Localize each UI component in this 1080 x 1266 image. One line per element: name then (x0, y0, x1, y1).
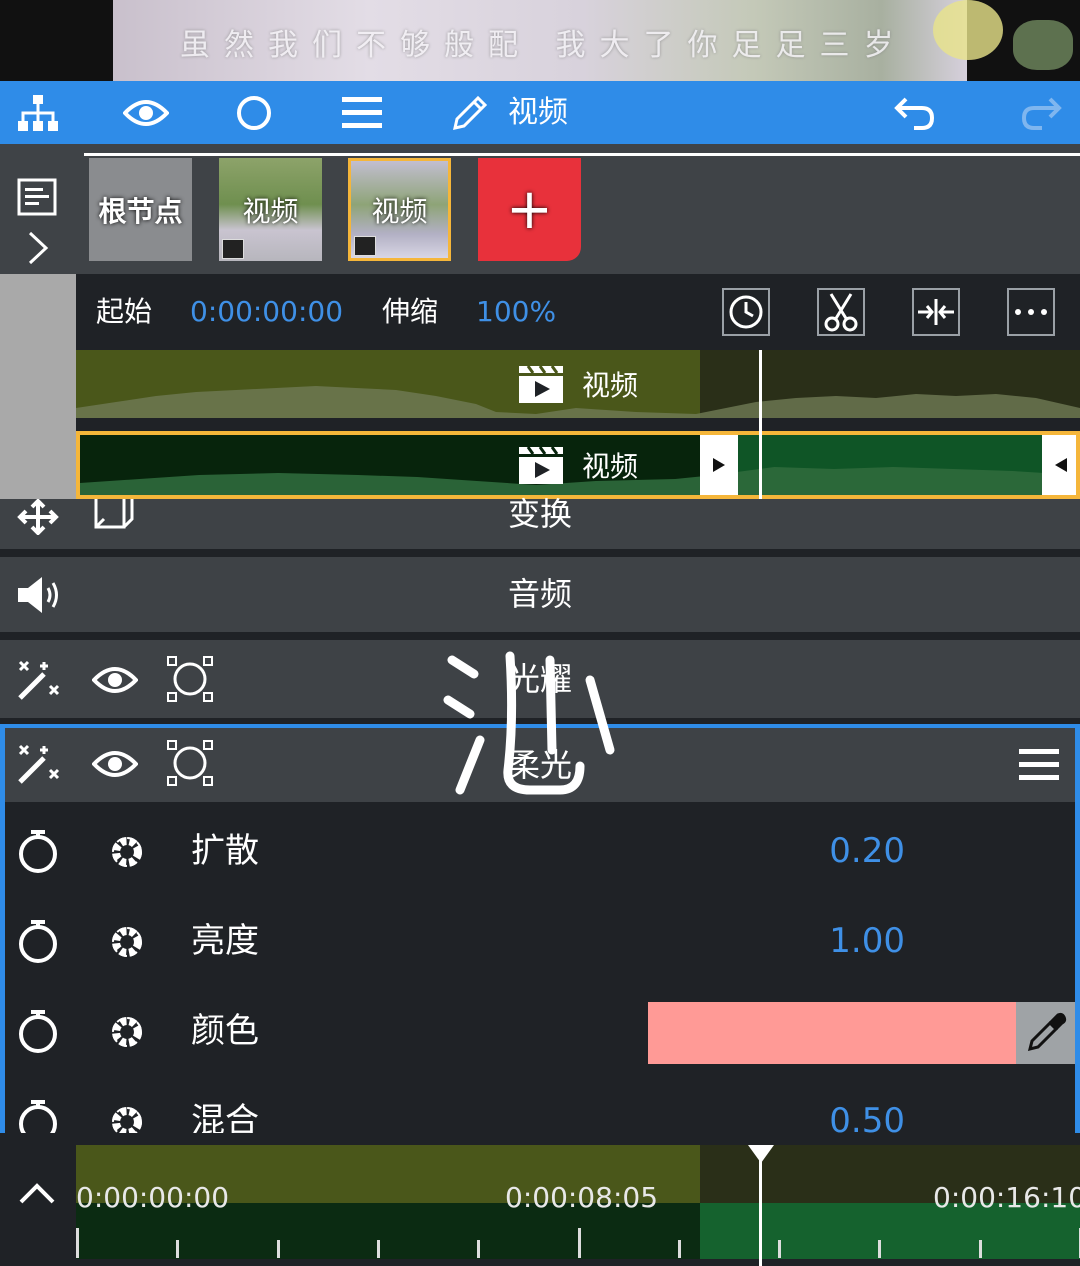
bottom-timeline[interactable]: 0:00:00:00 0:00:08:05 0:00:16:10 (0, 1133, 1080, 1266)
ruler-tick (778, 1240, 782, 1258)
ruler-tick (76, 1228, 79, 1258)
track-side-panel (0, 274, 76, 499)
node-video-2-label: 视频 (371, 194, 428, 228)
node-tree-icon[interactable] (14, 81, 62, 144)
color-swatch[interactable] (648, 1002, 1016, 1064)
add-node-button[interactable]: + (478, 158, 581, 261)
preview-caption: 虽然我们不够般配 我大了你足足三岁 (180, 28, 908, 63)
audio-track-1[interactable]: 视频 (76, 350, 1080, 418)
param-label: 亮度 (191, 921, 259, 961)
split-icon (918, 299, 954, 325)
ruler-tick (878, 1240, 882, 1258)
cut-button[interactable] (817, 288, 865, 336)
clock-button[interactable] (722, 288, 770, 336)
timecode-mid: 0:00:08:05 (505, 1181, 659, 1214)
redo-icon[interactable] (1020, 81, 1062, 144)
eye-icon[interactable] (122, 81, 170, 144)
glow-panel[interactable]: 光耀 (0, 640, 1080, 718)
clip-properties: 起始 0:00:00:00 伸缩 100% (76, 274, 1080, 350)
timeline-playhead[interactable] (759, 1157, 762, 1266)
circle-icon[interactable] (234, 81, 274, 144)
top-toolbar: 视频 (0, 81, 1080, 144)
gear-icon[interactable] (105, 1010, 149, 1058)
menu-icon[interactable] (340, 81, 384, 144)
pencil-icon[interactable] (450, 81, 490, 144)
more-dots-icon (1015, 309, 1047, 315)
chevron-right-icon[interactable] (26, 230, 50, 270)
start-value[interactable]: 0:00:00:00 (190, 274, 343, 350)
stretch-label: 伸缩 (382, 295, 439, 328)
node-video-1[interactable]: 视频 (219, 158, 322, 261)
ruler-tick (477, 1240, 481, 1258)
chevron-up-icon[interactable] (18, 1181, 56, 1209)
gear-icon[interactable] (105, 830, 149, 878)
audio-title: 音频 (507, 575, 572, 613)
transform-panel[interactable]: 变换 (0, 495, 1080, 549)
node-strip-line (84, 153, 1080, 156)
toolbar-title: 视频 (508, 95, 568, 130)
clapperboard-icon (519, 446, 563, 484)
scissors-icon (824, 293, 858, 332)
play-right-icon (713, 458, 725, 472)
eyedropper-button[interactable] (1016, 1002, 1075, 1064)
play-left-icon (1055, 458, 1067, 472)
param-value[interactable]: 1.00 (829, 896, 905, 986)
param-brightness[interactable]: 亮度 1.00 (5, 896, 1075, 986)
menu-icon[interactable] (1019, 748, 1059, 786)
film-icon (354, 236, 376, 256)
param-label: 颜色 (191, 1011, 259, 1051)
param-color[interactable]: 颜色 (5, 986, 1075, 1076)
eyedropper-icon (1027, 1012, 1066, 1052)
node-video-1-label: 视频 (242, 194, 299, 228)
stopwatch-icon[interactable] (17, 918, 59, 968)
softlight-panel: 柔光 扩散 0.20 亮度 1.00 颜色 混合 0.50 (0, 724, 1080, 1144)
track-1-label: 视频 (518, 350, 638, 418)
playhead[interactable] (759, 350, 762, 499)
film-icon (222, 239, 244, 259)
node-root[interactable]: 根节点 (89, 158, 192, 261)
trim-handle-right[interactable] (1042, 435, 1076, 495)
node-video-2[interactable]: 视频 (348, 158, 451, 261)
gear-icon[interactable] (105, 920, 149, 968)
softlight-header[interactable]: 柔光 (5, 728, 1075, 802)
ruler-tick (577, 1228, 581, 1258)
softlight-title: 柔光 (507, 746, 572, 784)
trim-handle-left[interactable] (700, 435, 738, 495)
undo-icon[interactable] (894, 81, 936, 144)
node-strip: 根节点 视频 视频 + (0, 144, 1080, 274)
split-button[interactable] (912, 288, 960, 336)
start-label: 起始 (96, 295, 153, 328)
timecode-end: 0:00:16:10 (933, 1181, 1080, 1214)
stopwatch-icon[interactable] (17, 1008, 59, 1058)
audio-panel[interactable]: 音频 (0, 557, 1080, 632)
video-preview: 虽然我们不够般配 我大了你足足三岁 (0, 0, 1080, 81)
playhead-marker-icon[interactable] (748, 1145, 774, 1163)
stopwatch-icon[interactable] (17, 828, 59, 878)
param-label: 扩散 (191, 831, 259, 871)
timecode-start: 0:00:00:00 (76, 1181, 230, 1214)
ruler-tick (677, 1240, 681, 1258)
ruler-tick (376, 1240, 380, 1258)
list-icon[interactable] (17, 178, 57, 220)
ruler-tick (176, 1240, 180, 1258)
stretch-value[interactable]: 100% (476, 274, 556, 350)
clapperboard-icon (519, 365, 563, 403)
transform-title: 变换 (507, 495, 572, 533)
param-diffuse[interactable]: 扩散 0.20 (5, 806, 1075, 896)
param-value[interactable]: 0.20 (829, 806, 905, 896)
more-button[interactable] (1007, 288, 1055, 336)
ruler-tick (978, 1240, 982, 1258)
ruler-tick (276, 1240, 280, 1258)
glow-title: 光耀 (507, 660, 572, 698)
clock-icon (729, 295, 763, 329)
